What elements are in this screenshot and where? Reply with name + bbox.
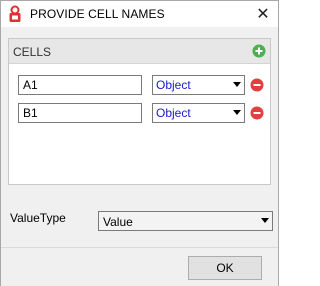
value-type-value: Value — [103, 215, 133, 229]
cells-group-label: CELLS — [13, 45, 52, 59]
chevron-down-icon — [261, 218, 269, 223]
cell-type-value: Object — [156, 106, 191, 120]
plus-circle-icon[interactable] — [252, 44, 266, 58]
cell-type-value: Object — [156, 78, 191, 92]
minus-circle-icon[interactable] — [250, 78, 264, 92]
ok-button[interactable]: OK — [188, 256, 262, 280]
cells-group: CELLS A1 Object B1 Object — [8, 38, 271, 185]
value-type-label: ValueType — [10, 211, 66, 225]
chevron-down-icon — [233, 82, 241, 87]
cell-row: A1 Object — [18, 75, 268, 99]
close-button[interactable]: ✕ — [252, 3, 274, 25]
cell-row: B1 Object — [18, 103, 268, 127]
title-bar: PROVIDE CELL NAMES ✕ — [1, 1, 278, 27]
chevron-down-icon — [233, 110, 241, 115]
value-type-select[interactable]: Value — [98, 211, 273, 231]
cell-name-input[interactable]: A1 — [18, 75, 142, 95]
cell-type-select[interactable]: Object — [152, 103, 245, 123]
dialog-window: PROVIDE CELL NAMES ✕ CELLS A1 Object B1 … — [0, 0, 279, 286]
cell-type-select[interactable]: Object — [152, 75, 245, 95]
app-logo-icon — [9, 5, 21, 22]
cell-name-input[interactable]: B1 — [18, 103, 142, 123]
cells-group-header: CELLS — [9, 39, 270, 64]
minus-circle-icon[interactable] — [250, 106, 264, 120]
close-icon: ✕ — [256, 6, 270, 23]
dialog-title: PROVIDE CELL NAMES — [30, 7, 165, 21]
